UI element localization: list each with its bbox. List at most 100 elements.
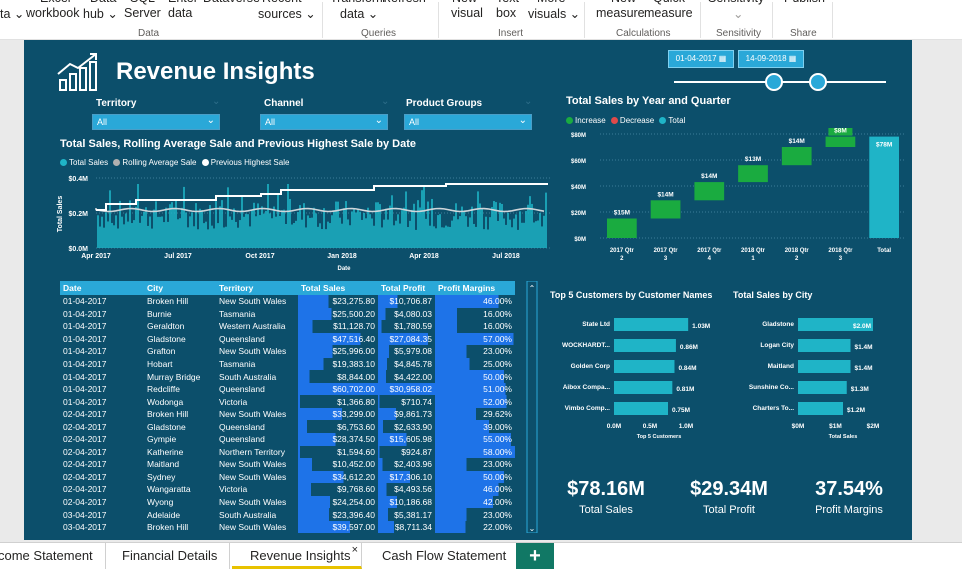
x-tick-label: 2017 Qtr <box>610 248 635 254</box>
ribbon-text-box-button[interactable]: box <box>496 6 516 20</box>
waterfall-chart[interactable]: $80M $60M $40M $20M $0M $15M 2017 Qtr 2 $14M 2017… <box>560 128 908 278</box>
bar[interactable] <box>798 339 851 352</box>
column-header[interactable]: Total Sales <box>298 281 378 295</box>
territory-slicer[interactable]: All ⌄ <box>92 114 220 130</box>
waterfall-bar[interactable] <box>694 182 725 201</box>
scroll-up-icon[interactable]: ⌃ <box>529 284 536 293</box>
table-row[interactable]: 02-04-2017 Gladstone Queensland $6,753.60 $2… <box>60 420 515 434</box>
table-cell: 02-04-2017 <box>63 434 107 445</box>
table-row[interactable]: 01-04-2017 Grafton New South Wales $25,996.… <box>60 345 515 358</box>
bar[interactable] <box>614 318 689 331</box>
column-header[interactable]: Total Profit <box>378 281 435 295</box>
table-row[interactable]: 02-04-2017 Wangaratta Victoria $9,768.60 $4,… <box>60 483 515 496</box>
date-to-field[interactable]: 14-09-2018 ▦ <box>738 50 804 68</box>
column-header[interactable]: Date <box>60 281 144 295</box>
ribbon-sql-server-button[interactable]: Server <box>124 6 161 20</box>
bar[interactable] <box>798 381 847 394</box>
table-row[interactable]: 01-04-2017 Wodonga Victoria $1,366.80 $710.7… <box>60 395 515 408</box>
table-cell: $1,366.80 <box>298 395 378 408</box>
data-label: $14M <box>657 191 673 198</box>
table-row[interactable]: 01-04-2017 Gladstone Queensland $47,516.40 $… <box>60 332 515 346</box>
waterfall-bar[interactable] <box>606 218 637 239</box>
column-header[interactable]: City <box>144 281 216 295</box>
legend-total: Total <box>668 116 686 125</box>
ribbon-transform-data-button[interactable]: data ⌄ <box>340 6 378 21</box>
date-range-slider[interactable] <box>672 70 890 94</box>
table-cell: Queensland <box>219 333 265 344</box>
calendar-icon: ▦ <box>718 54 727 63</box>
table-row[interactable]: 02-04-2017 Gympie Queensland $28,374.50 $15,… <box>60 433 515 446</box>
slider-end-handle[interactable] <box>809 73 827 91</box>
x-tick-label: 2017 Qtr <box>697 248 722 254</box>
table-row[interactable]: 02-04-2017 Katherine Northern Territory $1,… <box>60 445 515 459</box>
table-row[interactable]: 01-04-2017 Burnie Tasmania $25,500.20 $4,080… <box>60 307 515 321</box>
table-row[interactable]: 01-04-2017 Murray Bridge South Australia $8… <box>60 370 515 383</box>
ribbon-enter-data-button[interactable]: data <box>168 6 192 20</box>
data-label: $8M <box>834 128 847 135</box>
ribbon-data-hub-button[interactable]: hub ⌄ <box>83 6 118 21</box>
table-row[interactable]: 02-04-2017 Maitland New South Wales $10,452… <box>60 458 515 471</box>
bar[interactable] <box>614 339 676 352</box>
tab-label: come Statement <box>0 548 93 563</box>
column-header[interactable]: Profit Margins <box>435 281 515 295</box>
ribbon-group-queries: Queries <box>361 28 397 39</box>
ribbon-quick-measure-button[interactable]: measure <box>644 6 693 20</box>
table-cell: Redcliffe <box>147 384 180 395</box>
product-groups-slicer[interactable]: All ⌄ <box>404 114 532 130</box>
channel-slicer[interactable]: All ⌄ <box>260 114 388 130</box>
legend-dot-previous-highest <box>201 159 209 166</box>
ribbon-button-top-label: Refresh <box>382 0 426 5</box>
table-cell: $9,861.73 <box>378 407 435 421</box>
slider-start-handle[interactable] <box>765 73 783 91</box>
ribbon-new-measure-button[interactable]: measure <box>596 6 645 20</box>
waterfall-bar[interactable] <box>781 147 812 166</box>
bar[interactable] <box>798 360 851 373</box>
ribbon-recent-sources-button[interactable]: sources ⌄ <box>258 6 316 21</box>
table-row[interactable]: 03-04-2017 Broken Hill New South Wales $39,… <box>60 520 515 534</box>
tab-income-statement[interactable]: come Statement <box>0 543 106 569</box>
sales-by-city-bar-chart[interactable]: Gladstone $2.0M Logan City $1.4M Maitland $1.… <box>728 310 908 460</box>
table-cell: $5,979.08 <box>378 345 435 358</box>
table-cell: 02-04-2017 <box>63 471 107 482</box>
table-row[interactable]: 01-04-2017 Redcliffe Queensland $60,702.00 $… <box>60 382 515 396</box>
top-customers-bar-chart[interactable]: State Ltd 1.03M WOCKHARDT... 0.86M Golden Co… <box>544 310 724 460</box>
bar[interactable] <box>614 360 675 373</box>
table-cell: 03-04-2017 <box>63 522 107 533</box>
ribbon-get-data-button[interactable]: ta ⌄ <box>0 6 24 21</box>
close-icon[interactable]: × <box>352 537 358 563</box>
table-row[interactable]: 02-04-2017 Sydney New South Wales $34,612.2… <box>60 470 515 484</box>
waterfall-bar[interactable] <box>869 136 900 238</box>
report-page: Revenue Insights 01-04-2017 ▦ 14-09-2018… <box>24 40 912 540</box>
ribbon-new-visual-button[interactable]: visual <box>451 6 483 20</box>
sales-line-chart[interactable]: $0.4M $0.2M $0.0M Total Sales Apr 2017 Jul 20… <box>54 168 554 276</box>
ribbon-excel-workbook-button[interactable]: workbook <box>26 6 80 20</box>
column-header[interactable]: Territory <box>216 281 298 295</box>
x-axis-title: Date <box>337 266 351 272</box>
waterfall-bar[interactable] <box>650 200 681 219</box>
tab-revenue-insights[interactable]: Revenue Insights × <box>232 543 362 569</box>
table-row[interactable]: 01-04-2017 Geraldton Western Australia $11,… <box>60 320 515 333</box>
table-row[interactable]: 02-04-2017 Wyong New South Wales $24,254.00… <box>60 495 515 509</box>
ribbon-more-visuals-button[interactable]: visuals ⌄ <box>528 6 580 21</box>
table-cell: $47,516.40 <box>298 332 378 346</box>
bar[interactable] <box>614 381 673 394</box>
waterfall-bar[interactable] <box>738 165 768 183</box>
bar[interactable] <box>614 402 668 415</box>
waterfall-bar[interactable] <box>825 136 856 147</box>
table-row[interactable]: 01-04-2017 Broken Hill New South Wales $23,… <box>60 295 515 308</box>
table-scrollbar[interactable]: ⌃ ⌄ <box>526 281 538 533</box>
table-row[interactable]: 03-04-2017 Adelaide South Australia $23,396… <box>60 508 515 521</box>
table-row[interactable]: 01-04-2017 Hobart Tasmania $19,383.10 $4,845… <box>60 357 515 371</box>
ribbon-sensitivity-dropdown[interactable]: ⌄ <box>733 6 743 21</box>
legend-dot-total-sales <box>60 159 67 166</box>
date-from-field[interactable]: 01-04-2017 ▦ <box>668 50 734 68</box>
add-page-button[interactable]: + <box>516 543 554 569</box>
tab-financial-details[interactable]: Financial Details <box>110 543 231 569</box>
table-cell: 23.00% <box>435 508 515 521</box>
table-row[interactable]: 02-04-2017 Broken Hill New South Wales $33,… <box>60 407 515 421</box>
channel-slicer-value: All <box>261 115 387 129</box>
table-body: 01-04-2017 Broken Hill New South Wales $23,… <box>60 295 515 534</box>
tab-cash-flow-statement[interactable]: Cash Flow Statement <box>370 543 520 569</box>
scroll-down-icon[interactable]: ⌄ <box>529 524 536 533</box>
bar[interactable] <box>798 402 843 415</box>
